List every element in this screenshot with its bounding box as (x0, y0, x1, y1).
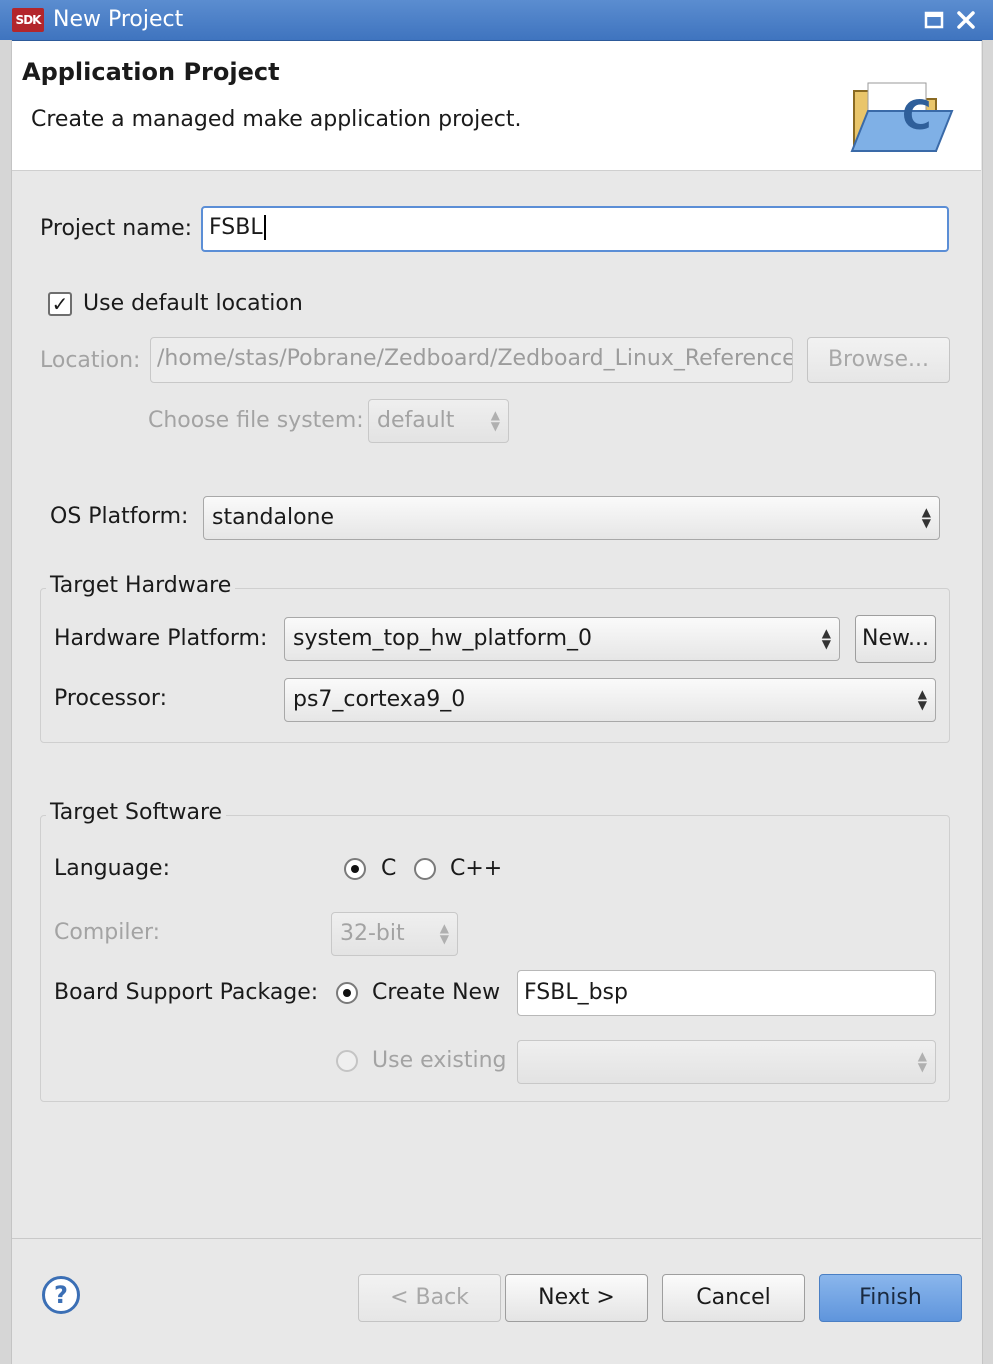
use-default-location-label: Use default location (83, 291, 303, 316)
target-software-title: Target Software (46, 800, 227, 825)
hardware-platform-value: system_top_hw_platform_0 (293, 626, 592, 651)
language-c-label: C (381, 856, 397, 881)
window-left-edge (0, 40, 12, 1364)
browse-button: Browse... (807, 337, 950, 383)
next-button[interactable]: Next > (505, 1274, 648, 1322)
finish-button[interactable]: Finish (819, 1274, 962, 1322)
use-default-location-checkbox[interactable]: ✓ (48, 292, 72, 316)
page-title: Application Project (22, 58, 280, 86)
processor-value: ps7_cortexa9_0 (293, 687, 466, 712)
existing-bsp-select: ▲ ▼ (517, 1040, 936, 1084)
title-bar: SDK New Project (0, 0, 993, 41)
bsp-label: Board Support Package: (54, 980, 319, 1005)
location-input: /home/stas/Pobrane/Zedboard/Zedboard_Lin… (150, 337, 793, 383)
project-name-value: FSBL (209, 215, 263, 240)
svg-text:C: C (902, 93, 931, 139)
close-icon[interactable] (955, 9, 977, 31)
language-c-radio[interactable] (344, 858, 366, 880)
file-system-value: default (377, 408, 455, 433)
window-title: New Project (53, 7, 184, 32)
location-label: Location: (40, 348, 141, 373)
processor-select[interactable]: ps7_cortexa9_0 ▲ ▼ (284, 678, 936, 722)
hardware-platform-label: Hardware Platform: (54, 626, 268, 651)
bsp-name-input[interactable]: FSBL_bsp (517, 970, 936, 1016)
page-description: Create a managed make application projec… (31, 107, 522, 132)
maximize-icon[interactable] (923, 9, 945, 31)
c-project-folder-icon: C (848, 71, 958, 161)
new-hw-platform-button[interactable]: New... (855, 615, 936, 663)
wizard-header: Application Project Create a managed mak… (12, 41, 981, 171)
use-existing-bsp-radio (336, 1050, 358, 1072)
language-cpp-radio[interactable] (414, 858, 436, 880)
window-right-edge (982, 40, 993, 1364)
spinner-arrows-icon: ▲ ▼ (917, 1049, 927, 1074)
cancel-button[interactable]: Cancel (662, 1274, 805, 1322)
os-platform-select[interactable]: standalone ▲ ▼ (203, 496, 940, 540)
project-name-input[interactable]: FSBL (201, 206, 949, 252)
spinner-arrows-icon: ▲ ▼ (439, 921, 449, 946)
compiler-label: Compiler: (54, 920, 161, 945)
hardware-platform-select[interactable]: system_top_hw_platform_0 ▲ ▼ (284, 617, 840, 661)
back-button: < Back (358, 1274, 501, 1322)
use-existing-bsp-label: Use existing (372, 1048, 507, 1073)
spinner-arrows-icon: ▲ ▼ (821, 626, 831, 651)
sdk-app-icon: SDK (12, 8, 44, 32)
os-platform-value: standalone (212, 505, 335, 530)
footer-separator (12, 1238, 981, 1239)
compiler-select: 32-bit ▲ ▼ (331, 912, 458, 956)
create-new-bsp-radio[interactable] (336, 982, 358, 1004)
create-new-bsp-label: Create New (372, 980, 501, 1005)
spinner-arrows-icon: ▲ ▼ (921, 505, 931, 530)
processor-label: Processor: (54, 686, 167, 711)
file-system-select: default ▲ ▼ (368, 399, 509, 443)
language-label: Language: (54, 856, 170, 881)
target-hardware-title: Target Hardware (46, 573, 236, 598)
compiler-value: 32-bit (340, 921, 405, 946)
spinner-arrows-icon: ▲ ▼ (490, 408, 500, 433)
help-icon[interactable]: ? (42, 1276, 80, 1314)
os-platform-label: OS Platform: (50, 504, 189, 529)
file-system-label: Choose file system: (148, 408, 364, 433)
language-cpp-label: C++ (450, 856, 503, 881)
project-name-label: Project name: (40, 216, 193, 241)
spinner-arrows-icon: ▲ ▼ (917, 687, 927, 712)
